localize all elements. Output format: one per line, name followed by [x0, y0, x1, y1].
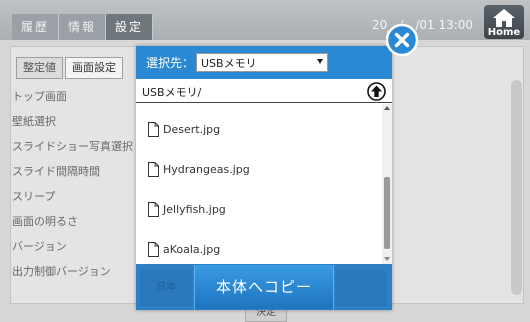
- up-arrow-icon[interactable]: [367, 82, 386, 101]
- tab-info[interactable]: 情報: [59, 14, 106, 40]
- setting-wallpaper[interactable]: 壁紙選択: [0, 109, 145, 134]
- top-bar: 履歴 情報 設定 20__/__/01 13:00 Home: [0, 0, 530, 40]
- settings-scrollbar[interactable]: [511, 80, 522, 295]
- path-bar: USBメモリ/: [136, 81, 392, 103]
- settings-subtabs: 整定値 画面設定: [16, 57, 125, 79]
- file-icon: [148, 242, 159, 257]
- file-list-scrollbar[interactable]: [382, 104, 392, 264]
- footer-right-button[interactable]: [336, 270, 386, 306]
- home-button[interactable]: Home: [484, 5, 524, 39]
- current-path: USBメモリ/: [142, 86, 202, 99]
- file-name: aKoala.jpg: [163, 243, 221, 256]
- setting-slide-interval[interactable]: スライド間隔時間: [0, 159, 145, 184]
- file-name: Hydrangeas.jpg: [163, 163, 250, 176]
- footer-left-button[interactable]: 日本: [140, 270, 192, 306]
- tab-history[interactable]: 履歴: [12, 14, 59, 40]
- destination-select-value: USBメモリ: [201, 57, 257, 70]
- setting-sleep[interactable]: スリープ: [0, 184, 145, 209]
- file-icon: [148, 122, 159, 137]
- subtab-screen-settings[interactable]: 画面設定: [65, 57, 123, 79]
- file-name: Desert.jpg: [163, 123, 221, 136]
- home-icon: [493, 9, 515, 27]
- home-label: Home: [487, 27, 521, 38]
- subtab-set-values[interactable]: 整定値: [16, 57, 63, 79]
- main-tabs: 履歴 情報 設定: [12, 14, 153, 40]
- settings-list: トップ画面 壁紙選択 スライドショー写真選択 スライド間隔時間 スリープ 画面の…: [0, 84, 145, 284]
- copy-to-device-button[interactable]: 本体へコピー: [194, 265, 334, 309]
- file-icon: [148, 162, 159, 177]
- setting-slideshow-photo[interactable]: スライドショー写真選択: [0, 134, 145, 159]
- setting-output-control-version[interactable]: 出力制御バージョン: [0, 259, 145, 284]
- scroll-down-icon[interactable]: [384, 257, 390, 261]
- setting-brightness[interactable]: 画面の明るさ: [0, 209, 145, 234]
- setting-top-screen[interactable]: トップ画面: [0, 84, 145, 109]
- dialog-header: 選択先： USBメモリ: [136, 46, 392, 79]
- tab-settings[interactable]: 設定: [106, 14, 153, 40]
- scroll-thumb[interactable]: [384, 177, 390, 249]
- file-list: Desert.jpg Hydrangeas.jpg Jellyfish.jpg …: [136, 106, 382, 266]
- setting-version[interactable]: バージョン: [0, 234, 145, 259]
- destination-label: 選択先：: [146, 56, 195, 70]
- file-icon: [148, 202, 159, 217]
- dropdown-arrow-icon: [317, 59, 323, 64]
- file-copy-dialog: 選択先： USBメモリ USBメモリ/ Desert.jpg Hydrangea…: [136, 46, 392, 310]
- file-name: Jellyfish.jpg: [163, 203, 226, 216]
- dialog-footer: 日本 本体へコピー: [136, 264, 392, 310]
- destination-select[interactable]: USBメモリ: [196, 53, 328, 72]
- close-icon[interactable]: [386, 24, 418, 56]
- scroll-up-icon[interactable]: [384, 106, 390, 110]
